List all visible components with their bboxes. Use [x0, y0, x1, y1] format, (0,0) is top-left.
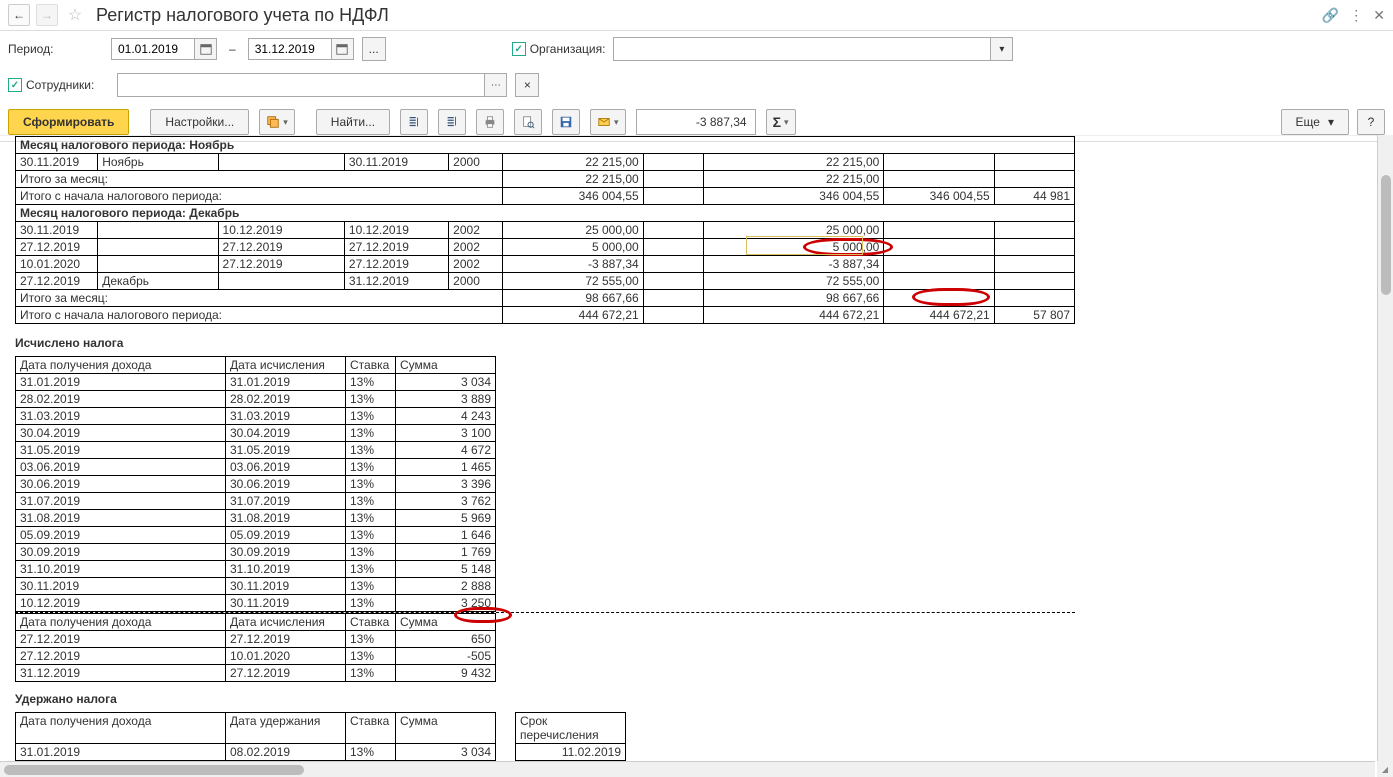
calc-table: Дата получения доходаДата исчисленияСтав…	[15, 356, 496, 612]
income-table: Месяц налогового периода: Ноябрь 30.11.2…	[15, 136, 1075, 324]
table-row[interactable]: 31.12.201927.12.201913%9 432	[16, 665, 496, 682]
favorite-star-icon[interactable]: ☆	[64, 4, 86, 26]
calc-table-2: Дата получения доходаДата исчисленияСтав…	[15, 613, 496, 682]
withheld-table: Дата получения доходаДата удержанияСтавк…	[15, 712, 626, 761]
date-separator: –	[225, 42, 240, 56]
nav-forward-button[interactable]: →	[36, 4, 58, 26]
date-to-field[interactable]	[249, 39, 331, 59]
employees-row: ✓ Сотрудники: ⋯ ×	[0, 67, 1393, 103]
table-row[interactable]: 03.06.201903.06.201913%1 465	[16, 459, 496, 476]
nav-back-button[interactable]: ←	[8, 4, 30, 26]
org-label: Организация:	[530, 42, 606, 56]
org-checkbox[interactable]: ✓ Организация:	[512, 42, 606, 56]
total-row: Итого за месяц:22 215,0022 215,00	[16, 171, 1075, 188]
table-row[interactable]: 31.10.201931.10.201913%5 148	[16, 561, 496, 578]
table-row[interactable]: 30.04.201930.04.201913%3 100	[16, 425, 496, 442]
vertical-scrollbar[interactable]	[1377, 135, 1393, 761]
employees-label: Сотрудники:	[26, 78, 94, 92]
table-row[interactable]: 30.09.201930.09.201913%1 769	[16, 544, 496, 561]
table-row[interactable]: 31.07.201931.07.201913%3 762	[16, 493, 496, 510]
menu-dots-icon[interactable]: ⋮	[1349, 7, 1363, 24]
check-icon: ✓	[512, 42, 526, 56]
calendar-to-icon[interactable]	[331, 39, 353, 59]
chevron-down-icon: ▾	[784, 117, 789, 128]
check-icon: ✓	[8, 78, 22, 92]
save-variant-button[interactable]: ▾	[259, 109, 295, 135]
table-row[interactable]: 05.09.201905.09.201913%1 646	[16, 527, 496, 544]
more-button[interactable]: Еще▾	[1281, 109, 1349, 135]
date-from-field[interactable]	[112, 39, 194, 59]
total-row: Итого за месяц:98 667,6698 667,66	[16, 290, 1075, 307]
resize-corner-icon[interactable]: ◢	[1377, 761, 1393, 777]
link-icon[interactable]: 🔗	[1322, 7, 1339, 24]
month-header-dec: Месяц налогового периода: Декабрь	[16, 205, 1075, 222]
page-title: Регистр налогового учета по НДФЛ	[96, 5, 1316, 26]
chevron-down-icon: ▾	[283, 117, 288, 128]
period-row: Период: – ... ✓ Организация: ▾	[0, 31, 1393, 67]
table-row[interactable]: 30.11.201930.11.201913%2 888	[16, 578, 496, 595]
table-row[interactable]: 27.12.201927.12.201927.12.201920025 000,…	[16, 239, 1075, 256]
table-row[interactable]: 27.12.201910.01.202013%-505	[16, 648, 496, 665]
table-row[interactable]: 31.01.201908.02.201913%3 03411.02.2019	[16, 744, 626, 761]
chevron-down-icon: ▾	[614, 117, 619, 128]
table-row[interactable]: 30.06.201930.06.201913%3 396	[16, 476, 496, 493]
print-button[interactable]	[476, 109, 504, 135]
sum-display: -3 887,34	[636, 109, 756, 135]
org-combo[interactable]: ▾	[613, 37, 1013, 61]
total-row: Итого с начала налогового периода:444 67…	[16, 307, 1075, 324]
preview-button[interactable]	[514, 109, 542, 135]
save-button[interactable]	[552, 109, 580, 135]
table-row[interactable]: 27.12.2019Декабрь31.12.2019200072 555,00…	[16, 273, 1075, 290]
email-button[interactable]: ▾	[590, 109, 626, 135]
org-dropdown-icon[interactable]: ▾	[990, 38, 1012, 60]
table-row[interactable]: 31.08.201931.08.201913%5 969	[16, 510, 496, 527]
table-row[interactable]: 31.01.201931.01.201913%3 034	[16, 374, 496, 391]
month-header-nov: Месяц налогового периода: Ноябрь	[16, 137, 1075, 154]
employees-checkbox[interactable]: ✓ Сотрудники:	[8, 78, 94, 92]
settings-button[interactable]: Настройки...	[150, 109, 249, 135]
expand-all-button[interactable]	[400, 109, 428, 135]
table-row[interactable]: 28.02.201928.02.201913%3 889	[16, 391, 496, 408]
close-icon[interactable]: ✕	[1373, 7, 1385, 24]
titlebar: ← → ☆ Регистр налогового учета по НДФЛ 🔗…	[0, 0, 1393, 31]
employees-ellipsis-icon[interactable]: ⋯	[484, 74, 506, 96]
report-area[interactable]: Месяц налогового периода: Ноябрь 30.11.2…	[0, 135, 1393, 761]
table-row[interactable]: 10.12.201930.11.201913%3 250	[16, 595, 496, 612]
selected-cell-highlight	[747, 237, 862, 254]
org-field[interactable]	[614, 38, 990, 60]
help-button[interactable]: ?	[1357, 109, 1385, 135]
collapse-all-button[interactable]	[438, 109, 466, 135]
find-button[interactable]: Найти...	[316, 109, 390, 135]
table-row[interactable]: 31.03.201931.03.201913%4 243	[16, 408, 496, 425]
calendar-from-icon[interactable]	[194, 39, 216, 59]
form-button[interactable]: Сформировать	[8, 109, 129, 135]
period-label: Период:	[8, 42, 103, 56]
employees-combo[interactable]: ⋯	[117, 73, 507, 97]
table-row[interactable]: 31.05.201931.05.201913%4 672	[16, 442, 496, 459]
calc-title: Исчислено налога	[0, 326, 1365, 356]
employees-clear-button[interactable]: ×	[515, 73, 539, 97]
table-row[interactable]: 10.01.202027.12.201927.12.20192002-3 887…	[16, 256, 1075, 273]
table-row[interactable]: 27.12.201927.12.201913%650	[16, 631, 496, 648]
total-row: Итого с начала налогового периода:346 00…	[16, 188, 1075, 205]
table-row[interactable]: 30.11.2019Ноябрь30.11.2019200022 215,002…	[16, 154, 1075, 171]
sigma-button[interactable]: Σ ▾	[766, 109, 796, 135]
employees-field[interactable]	[118, 74, 484, 96]
period-picker-button[interactable]: ...	[362, 37, 386, 61]
horizontal-scrollbar[interactable]	[0, 761, 1375, 777]
date-from-input[interactable]	[111, 38, 217, 60]
withheld-title: Удержано налога	[0, 682, 1365, 712]
table-row[interactable]: 30.11.201910.12.201910.12.2019200225 000…	[16, 222, 1075, 239]
date-to-input[interactable]	[248, 38, 354, 60]
